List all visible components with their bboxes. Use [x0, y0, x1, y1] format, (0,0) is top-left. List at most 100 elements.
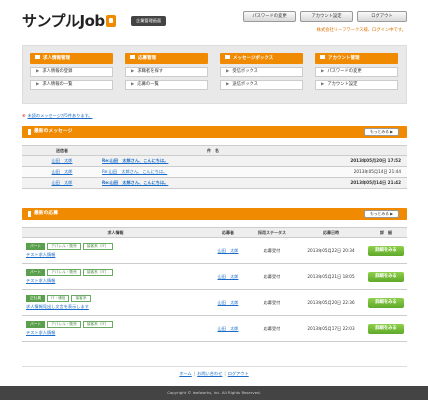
arrow-icon: ▶: [131, 82, 135, 87]
menu-group-account: アカウント管理 ▶ パスワードの変更 ▶ アカウント設定: [315, 53, 398, 90]
messages-section-header: 最新のメッセージ もっとみる ▶: [22, 126, 407, 138]
job-link[interactable]: 求人情報見出し文言を表示します: [26, 304, 89, 309]
mail-icon: [225, 55, 230, 59]
menu-head-jobs: 求人情報管理: [30, 53, 113, 64]
logo[interactable]: サンプルJob: [22, 10, 116, 31]
folder-icon: [35, 55, 40, 59]
applied-date: 2013年05月20日 22:36: [297, 289, 365, 316]
applications-more-button[interactable]: もっとみる ▶: [364, 210, 399, 218]
menu-item-search-seekers[interactable]: ▶ 求職者を探す: [125, 67, 208, 77]
tag-category: 接客系（IT）: [82, 321, 113, 328]
menu-item-job-register[interactable]: ▶ 求人情報の登録: [30, 67, 113, 77]
tag-category: IT・通信: [47, 295, 70, 302]
unread-notice-link[interactable]: 未読のメッセージが5件あります。: [28, 113, 93, 118]
footer-contact-link[interactable]: お問い合わせ: [197, 371, 222, 376]
applied-date: 2013年05月22日 20:34: [297, 237, 365, 264]
unread-notice[interactable]: ⊕ 未読のメッセージが5件あります。: [22, 113, 93, 119]
menu-head-applications: 応募管理: [125, 53, 208, 64]
messages-table: 送信者 件 名 山田 太郎 Re:山田 太郎さん、こんにちは。 2013年05月…: [22, 145, 407, 189]
menu-item-inbox[interactable]: ▶ 受信ボックス: [220, 67, 303, 77]
messages-section-title: 最新のメッセージ: [27, 126, 72, 138]
col-applicant: 応募者: [209, 227, 247, 238]
arrow-icon: ▶: [131, 69, 135, 74]
subject-link[interactable]: Re:山田 太郎さん、こんにちは。: [102, 158, 168, 163]
col-subject: 件 名: [102, 145, 324, 156]
menu-item-outbox[interactable]: ▶ 送信ボックス: [220, 80, 303, 90]
applied-date: 2013年05月21日 18:05: [297, 263, 365, 290]
applicant-link[interactable]: 山田 太郎: [218, 274, 239, 279]
applications-section-title: 最新の応募: [28, 208, 58, 220]
thumbs-up-icon: [105, 15, 116, 27]
menu-head-messages: メッセージボックス: [220, 53, 303, 64]
col-sender: 送信者: [22, 145, 102, 156]
arrow-icon: ▶: [226, 69, 230, 74]
status-text: 応募受付: [247, 237, 297, 264]
applicant-link[interactable]: 山田 太郎: [218, 248, 239, 253]
applications-table: 求人情報 応募者 採用ステータス 応募日時 詳 細 パート アパレル・販売 接客系（…: [22, 227, 407, 342]
message-row[interactable]: 山田 太郎 Re:山田 太郎さん、こんにちは。 2013年05月14日 21:4…: [22, 177, 407, 189]
menu-item-job-list[interactable]: ▶ 求人情報の一覧: [30, 80, 113, 90]
footer-separator: |: [193, 371, 196, 376]
tag-employment: 正社員: [26, 295, 46, 302]
job-link[interactable]: テスト求人情報: [26, 330, 55, 335]
applicant-link[interactable]: 山田 太郎: [218, 300, 239, 305]
tag-category: アパレル・販売: [47, 269, 81, 276]
application-row: パート アパレル・販売 接客系（IT） テスト求人情報 山田 太郎 応募受付 201…: [22, 263, 407, 290]
tag-employment: パート: [26, 243, 46, 250]
sender-link[interactable]: 山田 太郎: [52, 180, 73, 185]
detail-button[interactable]: 詳細をみる: [368, 323, 404, 334]
application-row: パート アパレル・販売 接客系（IT） テスト求人情報 山田 太郎 応募受付 201…: [22, 315, 407, 342]
subject-link[interactable]: Re:山田 太郎さん、こんにちは。: [102, 169, 167, 174]
user-icon: [320, 55, 325, 59]
tag-category: 接客系（IT）: [82, 269, 113, 276]
menu-head-account: アカウント管理: [315, 53, 398, 64]
applicant-link[interactable]: 山田 太郎: [218, 326, 239, 331]
detail-button[interactable]: 詳細をみる: [368, 245, 404, 256]
welcome-text: 株式会社リーフワークス様、ログイン中です。: [316, 28, 406, 33]
message-date: 2013年05月20日 17:52: [324, 155, 407, 167]
message-row[interactable]: 山田 太郎 Re:山田 太郎さん、こんにちは。 2013年05月14日 21:4…: [22, 166, 407, 178]
footer-logout-link[interactable]: ログアウト: [228, 371, 249, 376]
messages-more-button[interactable]: もっとみる ▶: [364, 128, 399, 136]
col-job: 求人情報: [22, 227, 209, 238]
applications-section-header: 最新の応募 もっとみる ▶: [22, 208, 407, 220]
sender-link[interactable]: 山田 太郎: [52, 169, 73, 174]
tag-category: 接客系（IT）: [82, 243, 113, 250]
footer-links: ホーム | お問い合わせ | ログアウト: [0, 371, 428, 377]
alert-icon: ⊕: [22, 113, 26, 118]
admin-badge: 企業管理画面: [131, 16, 167, 26]
footer-home-link[interactable]: ホーム: [179, 371, 191, 376]
job-link[interactable]: テスト求人情報: [26, 278, 55, 283]
application-row: 正社員 IT・通信 接客系 求人情報見出し文言を表示します 山田 太郎 応募受付 2…: [22, 289, 407, 316]
header: サンプルJob 企業管理画面 パスワードの変更 アカウント設定 ログアウト 株式…: [0, 0, 428, 38]
message-date: 2013年05月14日 21:44: [324, 166, 407, 178]
message-row[interactable]: 山田 太郎 Re:山田 太郎さん、こんにちは。 2013年05月20日 17:5…: [22, 155, 407, 167]
job-link[interactable]: テスト求人情報: [26, 252, 55, 257]
arrow-icon: ▶: [36, 82, 40, 87]
tag-category: アパレル・販売: [47, 243, 81, 250]
status-text: 応募受付: [247, 289, 297, 316]
application-row: パート アパレル・販売 接客系（IT） テスト求人情報 山田 太郎 応募受付 201…: [22, 237, 407, 264]
tag-category: 接客系: [71, 295, 91, 302]
subject-link[interactable]: Re:山田 太郎さん、こんにちは。: [102, 180, 168, 185]
arrow-icon: ▶: [36, 69, 40, 74]
arrow-icon: ▶: [321, 69, 325, 74]
col-detail: 詳 細: [365, 227, 407, 238]
menu-item-application-list[interactable]: ▶ 応募の一覧: [125, 80, 208, 90]
tag-category: アパレル・販売: [47, 321, 81, 328]
detail-button[interactable]: 詳細をみる: [368, 271, 404, 282]
status-text: 応募受付: [247, 315, 297, 342]
col-applied-date: 応募日時: [297, 227, 365, 238]
status-text: 応募受付: [247, 263, 297, 290]
menu-item-password[interactable]: ▶ パスワードの変更: [315, 67, 398, 77]
sender-link[interactable]: 山田 太郎: [52, 158, 73, 163]
change-password-button[interactable]: パスワードの変更: [243, 11, 296, 22]
main-menu: 求人情報管理 ▶ 求人情報の登録 ▶ 求人情報の一覧 応募管理 ▶ 求職者を探す ▶ 応…: [22, 45, 407, 104]
account-settings-button[interactable]: アカウント設定: [300, 11, 353, 22]
copyright-bar: Copyright © leafworks, Inc. All Rights R…: [0, 386, 428, 400]
menu-item-account-settings[interactable]: ▶ アカウント設定: [315, 80, 398, 90]
tag-employment: パート: [26, 269, 46, 276]
detail-button[interactable]: 詳細をみる: [368, 297, 404, 308]
logout-button[interactable]: ログアウト: [357, 11, 407, 22]
footer-separator: |: [224, 371, 226, 376]
